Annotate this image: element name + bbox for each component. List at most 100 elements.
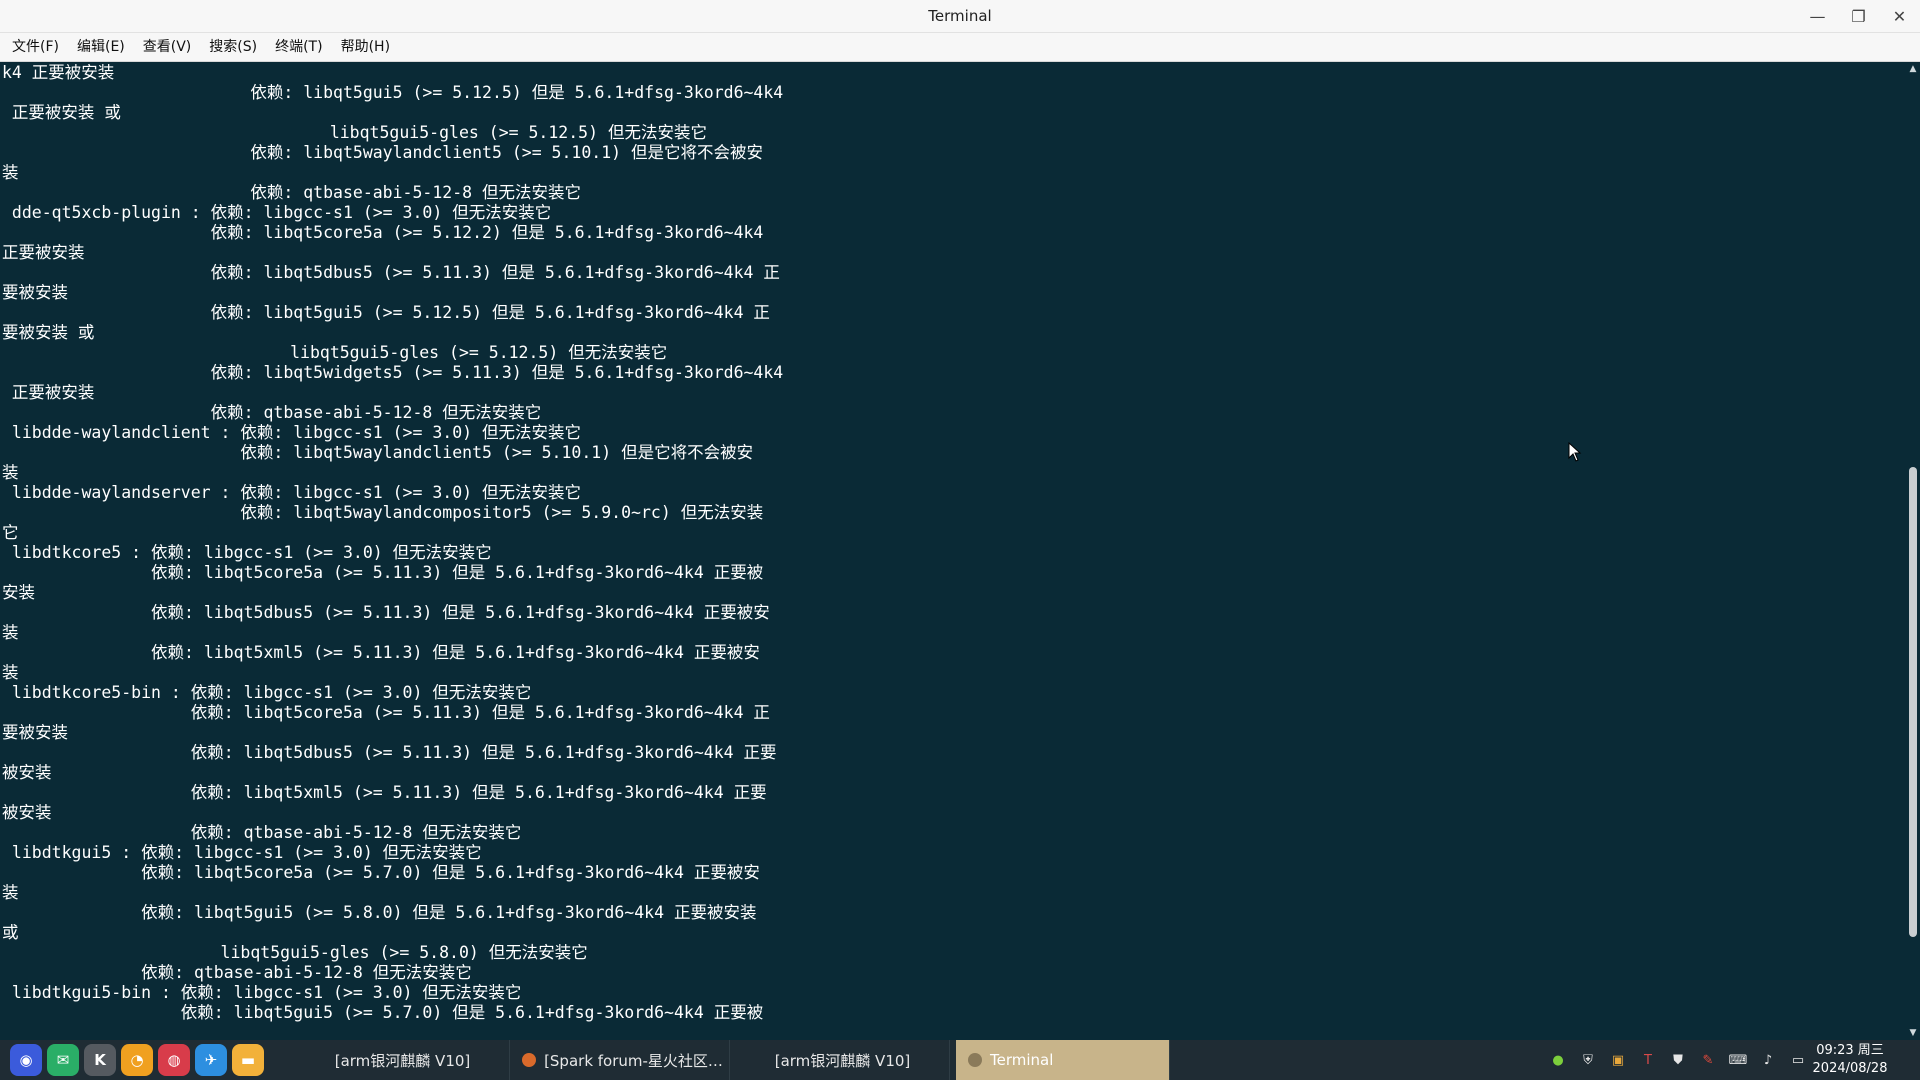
task-app-icon: [522, 1053, 537, 1067]
terminal-line: 被安装: [2, 803, 52, 822]
terminal-line: 正要被安装: [2, 243, 85, 262]
terminal-line: libdde-waylandserver : 依赖: libgcc-s1 (>=…: [2, 483, 582, 502]
task-app-icon: [968, 1053, 982, 1067]
minimize-button[interactable]: —: [1797, 0, 1838, 33]
terminal-line: 依赖: qtbase-abi-5-12-8 但无法安装它: [2, 963, 472, 982]
menu-terminal[interactable]: 终端(T): [266, 33, 331, 62]
taskbar-clock[interactable]: 09:23 周三 2024/08/28: [1810, 1042, 1890, 1078]
terminal-output-area[interactable]: k4 正要被安装 依赖: libqt5gui5 (>= 5.12.5) 但是 5…: [0, 62, 1906, 1040]
clock-date: 2024/08/28: [1812, 1061, 1888, 1076]
terminal-line: 要被安装: [2, 723, 68, 742]
launcher-icon[interactable]: ◉: [10, 1044, 42, 1076]
restore-icon: ❐: [1851, 7, 1866, 26]
terminal-line: 依赖: libqt5gui5 (>= 5.12.5) 但是 5.6.1+dfsg…: [2, 303, 770, 322]
keyboard-icon[interactable]: ⌨: [1728, 1050, 1748, 1070]
close-button[interactable]: ✕: [1879, 0, 1920, 33]
terminal-line: 被安装: [2, 763, 52, 782]
display-icon[interactable]: ▭: [1788, 1050, 1808, 1070]
mail-icon[interactable]: ✈: [195, 1044, 227, 1076]
terminal-line: 依赖: libqt5waylandclient5 (>= 5.10.1) 但是它…: [2, 443, 754, 462]
terminal-line: libqt5gui5-gles (>= 5.8.0) 但无法安装它: [2, 943, 588, 962]
terminal-line: 依赖: libqt5dbus5 (>= 5.11.3) 但是 5.6.1+dfs…: [2, 603, 770, 622]
browser-icon[interactable]: ◔: [121, 1044, 153, 1076]
terminal-line: 依赖: libqt5waylandcompositor5 (>= 5.9.0~r…: [2, 503, 764, 522]
terminal-line: 依赖: qtbase-abi-5-12-8 但无法安装它: [2, 823, 522, 842]
terminal-line: libqt5gui5-gles (>= 5.12.5) 但无法安装它: [2, 343, 668, 362]
taskbar-tasks: [arm银河麒麟 V10] [Spark forum-星火社区… [arm银河麒麟 …: [296, 1040, 1176, 1080]
taskbar-task-button[interactable]: Terminal: [956, 1040, 1170, 1080]
security-icon[interactable]: ◍: [158, 1044, 190, 1076]
terminal-line: 依赖: libqt5gui5 (>= 5.8.0) 但是 5.6.1+dfsg-…: [2, 903, 757, 922]
terminal-line: libdtkcore5 : 依赖: libgcc-s1 (>= 3.0) 但无法…: [2, 543, 492, 562]
terminal-line: 正要被安装 或: [2, 103, 121, 122]
taskbar-launcher: ◉ ✉ K ◔ ◍ ✈ ▬: [10, 1044, 264, 1076]
scrollbar-thumb[interactable]: [1909, 467, 1917, 937]
mouse-cursor-icon: [1568, 442, 1582, 462]
task-label: [arm银河麒麟 V10]: [334, 1051, 471, 1070]
taskbar-task-button[interactable]: [arm银河麒麟 V10]: [736, 1040, 950, 1080]
terminal-line: 依赖: libqt5core5a (>= 5.11.3) 但是 5.6.1+df…: [2, 563, 764, 582]
shield-icon[interactable]: ⛨: [1578, 1050, 1598, 1070]
window-controls: — ❐ ✕: [1797, 0, 1920, 33]
terminal-line: 依赖: qtbase-abi-5-12-8 但无法安装它: [2, 183, 582, 202]
volume-icon[interactable]: ♪: [1758, 1050, 1778, 1070]
taskbar-task-button[interactable]: [arm银河麒麟 V10]: [296, 1040, 510, 1080]
terminal-line: libdtkgui5-bin : 依赖: libgcc-s1 (>= 3.0) …: [2, 983, 522, 1002]
picture-icon[interactable]: ▣: [1608, 1050, 1628, 1070]
terminal-line: 依赖: libqt5core5a (>= 5.12.2) 但是 5.6.1+df…: [2, 223, 764, 242]
terminal-line: libqt5gui5-gles (>= 5.12.5) 但无法安装它: [2, 123, 707, 142]
terminal-line: 要被安装: [2, 283, 68, 302]
k-app-icon[interactable]: K: [84, 1044, 116, 1076]
terminal-line: 依赖: libqt5gui5 (>= 5.7.0) 但是 5.6.1+dfsg-…: [2, 1003, 764, 1022]
menu-search[interactable]: 搜索(S): [200, 33, 266, 62]
minimize-icon: —: [1809, 7, 1826, 26]
terminal-line: 装: [2, 623, 19, 642]
terminal-line: k4 正要被安装: [2, 63, 115, 82]
text-tool-icon[interactable]: T: [1638, 1050, 1658, 1070]
network-icon[interactable]: ●: [1548, 1050, 1568, 1070]
restore-button[interactable]: ❐: [1838, 0, 1879, 33]
terminal-line: libdtkcore5-bin : 依赖: libgcc-s1 (>= 3.0)…: [2, 683, 532, 702]
terminal-line: 装: [2, 163, 19, 182]
pen-icon[interactable]: ✎: [1698, 1050, 1718, 1070]
taskbar-task-button[interactable]: [Spark forum-星火社区…: [516, 1040, 730, 1080]
terminal-line: 依赖: libqt5dbus5 (>= 5.11.3) 但是 5.6.1+dfs…: [2, 743, 777, 762]
terminal-line: 依赖: libqt5dbus5 (>= 5.11.3) 但是 5.6.1+dfs…: [2, 263, 780, 282]
scroll-down-icon[interactable]: ▼: [1906, 1026, 1920, 1040]
terminal-line: 依赖: qtbase-abi-5-12-8 但无法安装它: [2, 403, 542, 422]
terminal-line: 依赖: libqt5gui5 (>= 5.12.5) 但是 5.6.1+dfsg…: [2, 83, 784, 102]
terminal-line: 依赖: libqt5xml5 (>= 5.11.3) 但是 5.6.1+dfsg…: [2, 643, 760, 662]
clock-time: 09:23 周三: [1816, 1043, 1884, 1058]
terminal-line: libdde-waylandclient : 依赖: libgcc-s1 (>=…: [2, 423, 582, 442]
terminal-line: 依赖: libqt5widgets5 (>= 5.11.3) 但是 5.6.1+…: [2, 363, 784, 382]
wechat-icon[interactable]: ✉: [47, 1044, 79, 1076]
menu-edit[interactable]: 编辑(E): [68, 33, 134, 62]
system-tray: ● ⛨ ▣ T ⛊ ✎ ⌨ ♪ ▭: [1548, 1040, 1808, 1080]
terminal-line: 安装: [2, 583, 35, 602]
scroll-up-icon[interactable]: ▲: [1906, 62, 1920, 76]
close-icon: ✕: [1892, 7, 1907, 26]
terminal-line: 依赖: libqt5core5a (>= 5.11.3) 但是 5.6.1+df…: [2, 703, 770, 722]
terminal-line: 装: [2, 663, 19, 682]
folder-icon[interactable]: ▬: [232, 1044, 264, 1076]
menu-help[interactable]: 帮助(H): [332, 33, 399, 62]
terminal-scrollbar[interactable]: ▲ ▼: [1906, 62, 1920, 1040]
terminal-line: 或: [2, 923, 19, 942]
terminal-line: 它: [2, 523, 19, 542]
terminal-line: 依赖: libqt5xml5 (>= 5.11.3) 但是 5.6.1+dfsg…: [2, 783, 767, 802]
terminal-line: 装: [2, 883, 19, 902]
terminal-line: 正要被安装: [2, 383, 95, 402]
taskbar: ◉ ✉ K ◔ ◍ ✈ ▬ [arm银河麒麟 V10] [Spark forum-星火社区…[…: [0, 1040, 1920, 1080]
task-label: [arm银河麒麟 V10]: [774, 1051, 911, 1070]
menu-view[interactable]: 查看(V): [134, 33, 201, 62]
terminal-line: libdtkgui5 : 依赖: libgcc-s1 (>= 3.0) 但无法安…: [2, 843, 482, 862]
task-label: Terminal: [990, 1051, 1054, 1069]
window-titlebar: Terminal — ❐ ✕: [0, 0, 1920, 33]
task-label: [Spark forum-星火社区…: [544, 1051, 723, 1070]
terminal-text[interactable]: k4 正要被安装 依赖: libqt5gui5 (>= 5.12.5) 但是 5…: [0, 62, 1906, 1023]
menu-file[interactable]: 文件(F): [3, 33, 68, 62]
security-tray-icon[interactable]: ⛊: [1668, 1050, 1688, 1070]
window-title: Terminal: [928, 7, 992, 25]
menu-bar: 文件(F) 编辑(E) 查看(V) 搜索(S) 终端(T) 帮助(H): [0, 33, 1920, 62]
terminal-line: dde-qt5xcb-plugin : 依赖: libgcc-s1 (>= 3.…: [2, 203, 552, 222]
